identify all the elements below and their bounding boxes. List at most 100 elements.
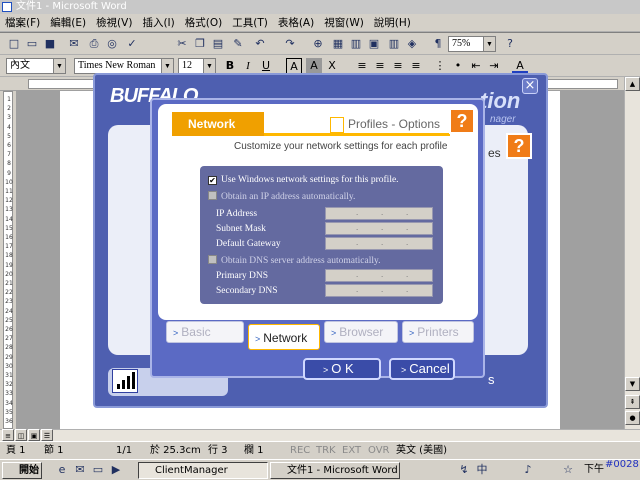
menu-tools[interactable]: 工具(T): [227, 14, 273, 32]
undo-icon[interactable]: ↶: [252, 36, 268, 52]
tab-basic[interactable]: > Basic: [166, 321, 244, 343]
paste-icon[interactable]: ▤: [210, 36, 226, 52]
scroll-down-icon[interactable]: ▼: [625, 377, 640, 391]
tab-printers[interactable]: > Printers: [402, 321, 474, 343]
status-rec[interactable]: REC: [290, 444, 310, 458]
increase-indent-icon[interactable]: ⇥: [486, 58, 502, 74]
menu-insert[interactable]: 插入(I): [137, 14, 179, 32]
vertical-scrollbar[interactable]: ▲ ▼ ⇞ ●: [624, 77, 640, 429]
zoom-combo[interactable]: 75% ▼: [448, 36, 496, 52]
decrease-indent-icon[interactable]: ⇤: [468, 58, 484, 74]
menu-table[interactable]: 表格(A): [273, 14, 319, 32]
tray-network-icon[interactable]: ↯: [456, 462, 472, 478]
open-icon[interactable]: ▭: [24, 36, 40, 52]
status-line: 行 3: [208, 445, 228, 456]
web-view-icon[interactable]: ◫: [15, 429, 27, 441]
scroll-up-icon[interactable]: ▲: [625, 77, 640, 91]
outline-view-icon[interactable]: ☰: [41, 429, 53, 441]
chevron-down-icon[interactable]: ▼: [203, 59, 215, 73]
char-scale-icon[interactable]: X: [324, 58, 340, 74]
subnet-mask-field[interactable]: ...: [325, 222, 433, 235]
task-word[interactable]: 文件1 - Microsoft Word: [270, 462, 400, 479]
align-center-icon[interactable]: ≡: [372, 58, 388, 74]
help-icon[interactable]: ?: [502, 36, 518, 52]
tray-app-icon[interactable]: ☆: [560, 462, 576, 478]
default-gateway-field[interactable]: ...: [325, 237, 433, 250]
underline-icon[interactable]: U: [258, 58, 274, 74]
task-clientmanager[interactable]: ClientManager: [138, 462, 268, 479]
save-icon[interactable]: ■: [42, 36, 58, 52]
bg-help-button[interactable]: ?: [506, 133, 532, 159]
align-left-icon[interactable]: ≡: [354, 58, 370, 74]
status-ovr[interactable]: OVR: [368, 444, 389, 458]
insert-excel-icon[interactable]: ▣: [366, 36, 382, 52]
obtain-ip-checkbox[interactable]: Obtain an IP address automatically.: [208, 191, 355, 203]
email-icon[interactable]: ✉: [66, 36, 82, 52]
font-combo[interactable]: Times New Roman ▼: [74, 58, 174, 74]
chevron-down-icon[interactable]: ▼: [53, 59, 65, 73]
outlook-icon[interactable]: ✉: [72, 462, 88, 478]
char-border-icon[interactable]: A: [286, 58, 302, 74]
tray-ime-icon[interactable]: 中: [474, 462, 490, 478]
menu-view[interactable]: 檢視(V): [91, 14, 137, 32]
print-icon[interactable]: ⎙: [86, 36, 102, 52]
tables-borders-icon[interactable]: ▦: [330, 36, 346, 52]
ok-button[interactable]: > O K: [303, 358, 381, 380]
menu-file[interactable]: 檔案(F): [0, 14, 45, 32]
align-right-icon[interactable]: ≡: [390, 58, 406, 74]
use-windows-settings-checkbox[interactable]: ✔ Use Windows network settings for this p…: [208, 174, 399, 186]
checkbox-checked[interactable]: ✔: [208, 176, 217, 185]
bg-close-button[interactable]: ×: [522, 78, 538, 94]
style-combo[interactable]: 內文 ▼: [6, 58, 66, 74]
ruler-tick: 22: [5, 289, 13, 297]
chevron-down-icon[interactable]: ▼: [483, 37, 495, 51]
menu-window[interactable]: 視窗(W): [319, 14, 369, 32]
cut-icon[interactable]: ✂: [174, 36, 190, 52]
show-hide-icon[interactable]: ¶: [430, 36, 446, 52]
tray-volume-icon[interactable]: ♪: [520, 462, 536, 478]
numbering-icon[interactable]: ⋮: [432, 58, 448, 74]
tab-browser[interactable]: > Browser: [324, 321, 398, 343]
media-icon[interactable]: ▶: [108, 462, 124, 478]
justify-icon[interactable]: ≡: [408, 58, 424, 74]
print-layout-icon[interactable]: ▣: [28, 429, 40, 441]
font-color-icon[interactable]: A: [512, 58, 528, 74]
status-trk[interactable]: TRK: [316, 444, 336, 458]
secondary-dns-field[interactable]: ...: [325, 284, 433, 297]
preview-icon[interactable]: ◎: [104, 36, 120, 52]
ruler-tick: 12: [5, 197, 13, 205]
menu-edit[interactable]: 編輯(E): [45, 14, 91, 32]
horizontal-scrollbar[interactable]: ≡ ◫ ▣ ☰: [0, 429, 640, 441]
dialog-help-button[interactable]: ?: [449, 108, 475, 134]
bold-icon[interactable]: B: [222, 58, 238, 74]
copy-icon[interactable]: ❐: [192, 36, 208, 52]
prev-page-icon[interactable]: ⇞: [625, 395, 640, 409]
spelling-icon[interactable]: ✓: [124, 36, 140, 52]
format-painter-icon[interactable]: ✎: [230, 36, 246, 52]
hyperlink-icon[interactable]: ⊕: [310, 36, 326, 52]
status-ext[interactable]: EXT: [342, 444, 361, 458]
tab-network[interactable]: > Network: [248, 324, 320, 350]
redo-icon[interactable]: ↷: [282, 36, 298, 52]
obtain-dns-checkbox[interactable]: Obtain DNS server address automatically.: [208, 255, 381, 267]
char-shading-icon[interactable]: A: [306, 58, 322, 74]
primary-dns-field[interactable]: ...: [325, 269, 433, 282]
cancel-button[interactable]: > Cancel: [389, 358, 455, 380]
new-icon[interactable]: □: [6, 36, 22, 52]
bullets-icon[interactable]: •: [450, 58, 466, 74]
desktop-icon[interactable]: ▭: [90, 462, 106, 478]
chevron-down-icon[interactable]: ▼: [161, 59, 173, 73]
ruler-tick: 19: [5, 261, 13, 269]
menu-format[interactable]: 格式(O): [180, 14, 227, 32]
drawing-icon[interactable]: ◈: [404, 36, 420, 52]
italic-icon[interactable]: I: [240, 58, 256, 74]
ie-icon[interactable]: e: [54, 462, 70, 478]
insert-table-icon[interactable]: ▥: [348, 36, 364, 52]
select-browse-icon[interactable]: ●: [625, 411, 640, 425]
menu-help[interactable]: 說明(H): [369, 14, 416, 32]
ip-address-field[interactable]: ...: [325, 207, 433, 220]
size-combo[interactable]: 12 ▼: [178, 58, 216, 74]
normal-view-icon[interactable]: ≡: [2, 429, 14, 441]
start-button[interactable]: 開始: [2, 462, 42, 479]
columns-icon[interactable]: ▥: [386, 36, 402, 52]
